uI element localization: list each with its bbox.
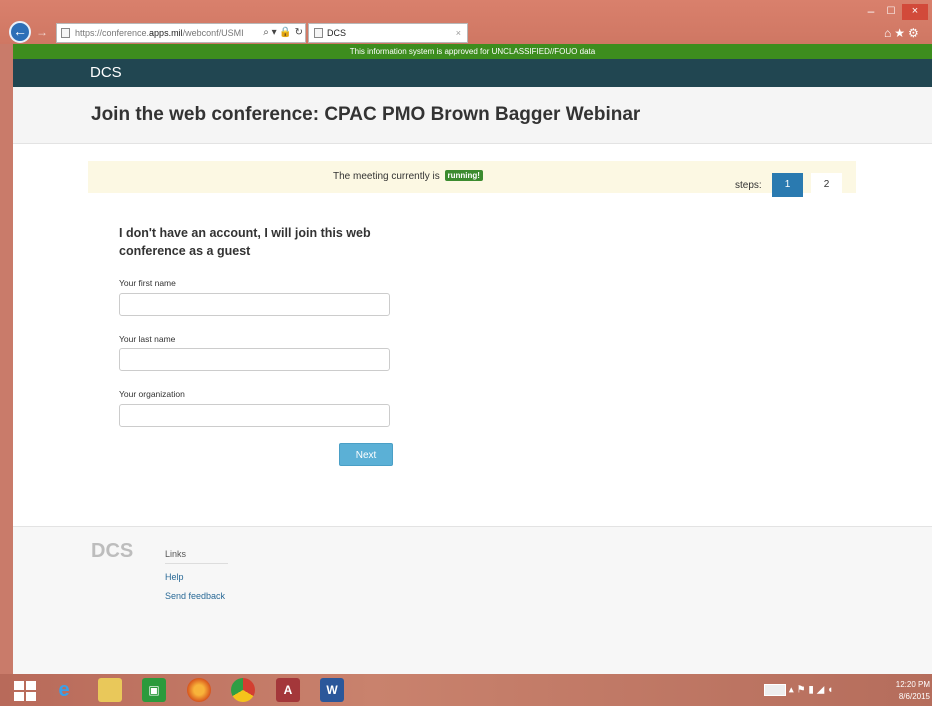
- forward-button[interactable]: →: [36, 24, 52, 40]
- navbar: DCS: [13, 59, 932, 87]
- status-text: The meeting currently is: [333, 171, 440, 182]
- send-feedback-link[interactable]: Send feedback: [165, 591, 225, 601]
- minimize-button[interactable]: –: [862, 5, 880, 20]
- step-1[interactable]: 1: [772, 173, 803, 197]
- organization-field[interactable]: [119, 404, 390, 427]
- step-2[interactable]: 2: [811, 173, 842, 197]
- browser-tab[interactable]: DCS ×: [308, 23, 468, 43]
- meeting-status-bar: The meeting currently is running! steps:…: [88, 161, 856, 197]
- maximize-button[interactable]: ☐: [882, 6, 900, 20]
- url-prefix: https://conference.: [75, 28, 150, 38]
- status-badge: running!: [444, 170, 483, 181]
- footer: DCS Links Help Send feedback: [13, 526, 932, 674]
- taskbar: e ▣ A W ▴ ⚑ ▮ ◢ ◖ 12:20 PM 8/6/2015: [0, 674, 932, 706]
- back-button[interactable]: ←: [9, 21, 31, 43]
- word-icon[interactable]: W: [320, 678, 344, 702]
- internet-explorer-icon[interactable]: e: [52, 678, 76, 702]
- organization-label: Your organization: [119, 389, 185, 399]
- first-name-label: Your first name: [119, 278, 176, 288]
- browser-chrome: ← → https://conference.apps.mil/webconf/…: [0, 0, 932, 44]
- firefox-icon[interactable]: [187, 678, 211, 702]
- home-favorites-settings-icons[interactable]: ⌂★⚙: [884, 26, 922, 40]
- url-suffix: /webconf/USMI: [182, 28, 244, 38]
- page-title: Join the web conference: CPAC PMO Brown …: [13, 87, 932, 144]
- first-name-field[interactable]: [119, 293, 390, 316]
- steps-label: steps:: [735, 180, 762, 191]
- clock[interactable]: 12:20 PM 8/6/2015: [886, 679, 930, 703]
- clock-date: 8/6/2015: [898, 692, 930, 701]
- clock-time: 12:20 PM: [895, 680, 930, 689]
- file-explorer-icon[interactable]: [98, 678, 122, 702]
- address-tools[interactable]: ⌕ ▾ 🔒 ↻: [260, 24, 303, 42]
- guest-heading: I don't have an account, I will join thi…: [119, 226, 371, 258]
- last-name-field[interactable]: [119, 348, 390, 371]
- footer-logo: DCS: [91, 540, 134, 562]
- page-viewport: This information system is approved for …: [13, 44, 932, 674]
- tray-icons[interactable]: ▴ ⚑ ▮ ◢ ◖: [789, 685, 833, 696]
- url-host: apps.mil: [149, 28, 183, 38]
- tab-title: DCS: [327, 28, 347, 38]
- windows-start-icon[interactable]: [14, 681, 36, 701]
- access-icon[interactable]: A: [276, 678, 300, 702]
- next-button[interactable]: Next: [339, 443, 393, 466]
- tab-close-icon[interactable]: ×: [456, 24, 461, 42]
- brand-logo[interactable]: DCS: [90, 64, 122, 81]
- system-tray: ▴ ⚑ ▮ ◢ ◖: [764, 684, 833, 696]
- footer-links-title: Links: [165, 549, 228, 564]
- close-window-button[interactable]: ×: [902, 4, 928, 20]
- help-link[interactable]: Help: [165, 572, 184, 582]
- tab-page-icon: [314, 28, 323, 38]
- keyboard-icon[interactable]: [764, 684, 786, 696]
- store-icon[interactable]: ▣: [142, 678, 166, 702]
- chrome-icon[interactable]: [231, 678, 255, 702]
- page-icon: [61, 28, 70, 38]
- last-name-label: Your last name: [119, 334, 176, 344]
- address-bar[interactable]: https://conference.apps.mil/webconf/USMI…: [56, 23, 306, 43]
- classification-banner: This information system is approved for …: [13, 44, 932, 59]
- meeting-status: The meeting currently is running!: [333, 170, 483, 182]
